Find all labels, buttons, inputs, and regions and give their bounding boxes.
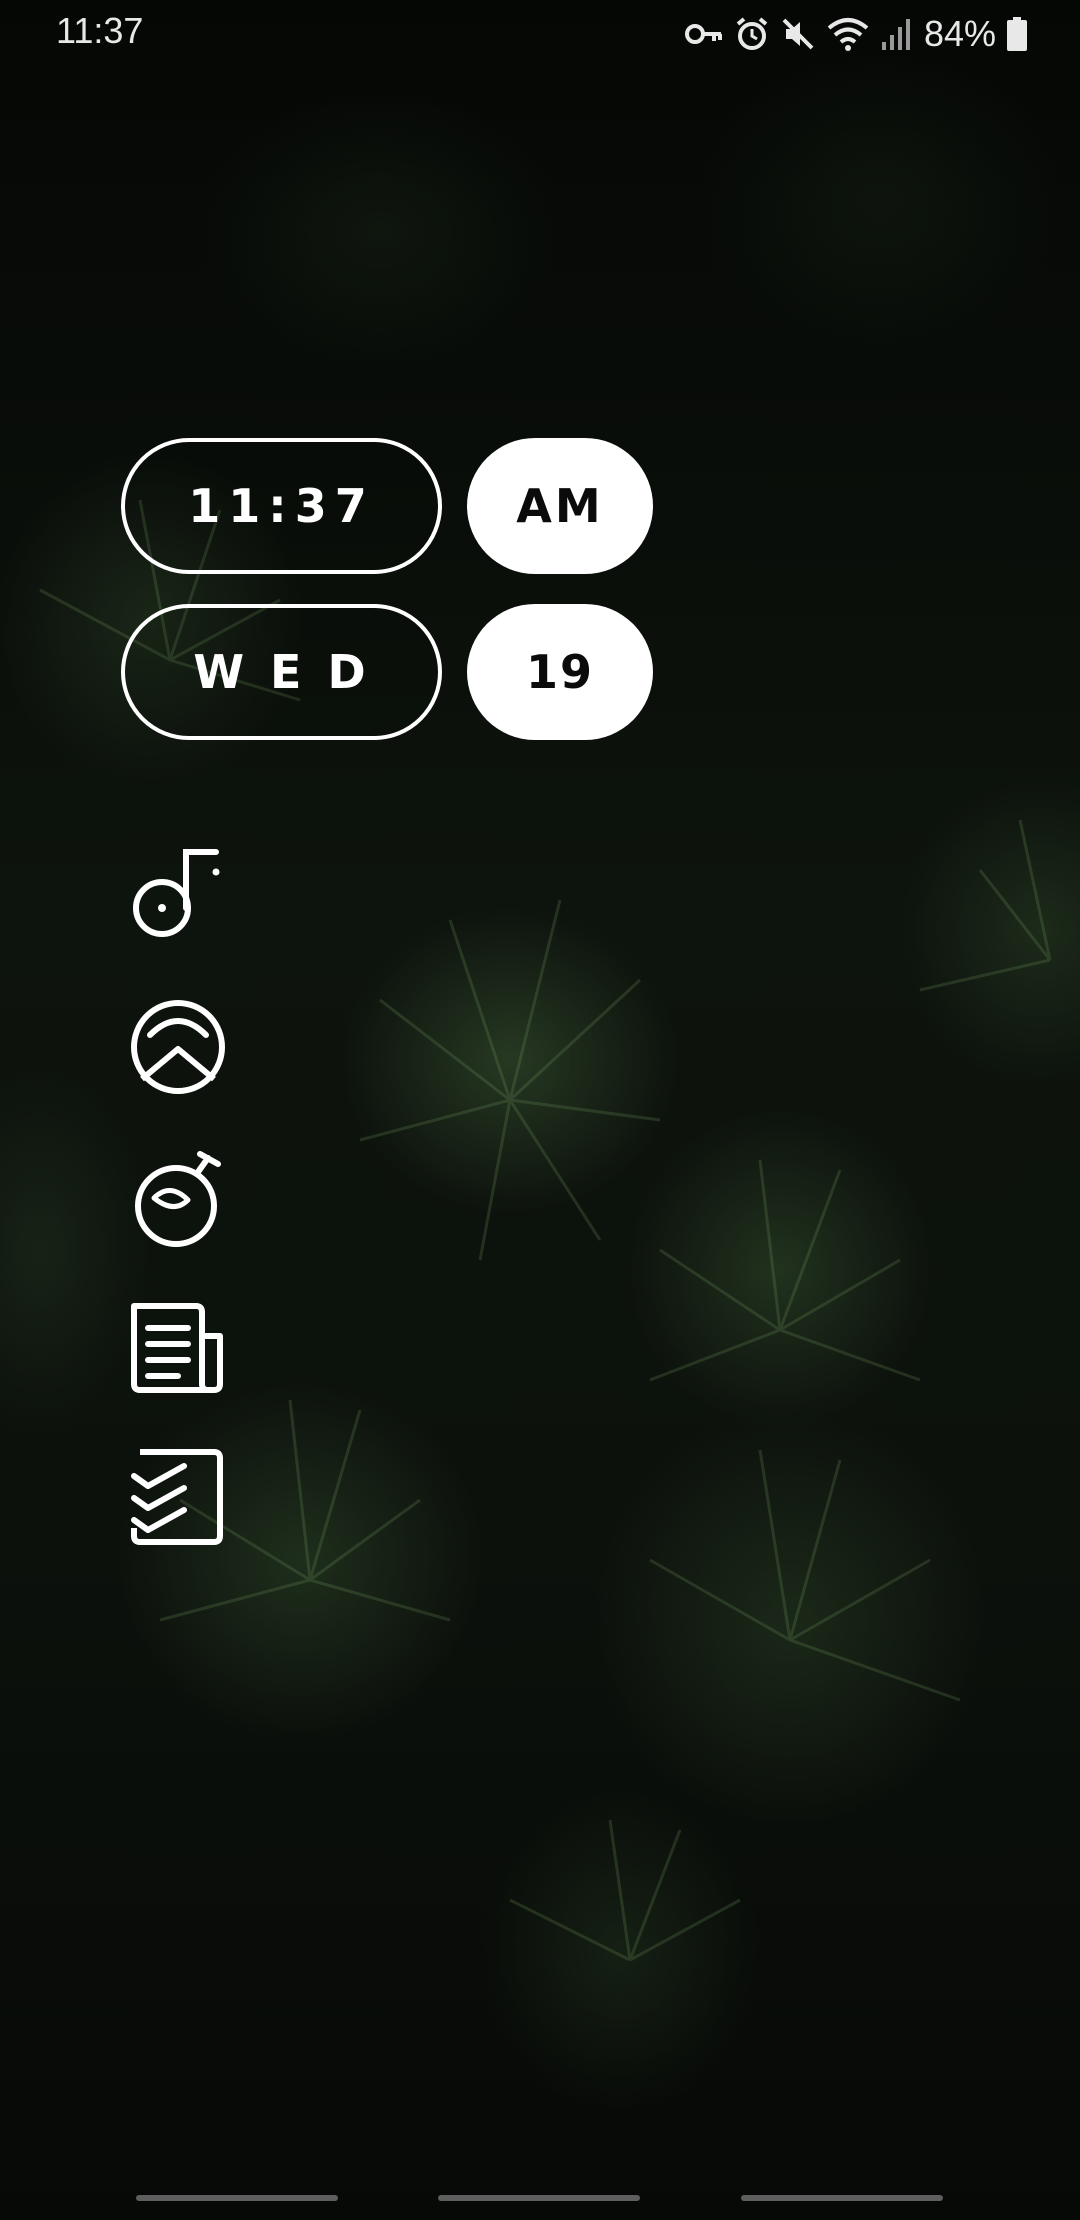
music-icon <box>133 849 220 937</box>
widget-date[interactable]: 19 <box>467 604 653 740</box>
stopwatch-app-icon[interactable] <box>126 1146 230 1250</box>
stopwatch-icon <box>135 1151 221 1247</box>
status-bar: 11:37 84% <box>0 0 1080 66</box>
nav-back-button[interactable] <box>741 2195 943 2201</box>
news-icon <box>131 1303 223 1393</box>
news-app-icon[interactable] <box>126 1296 230 1400</box>
music-app-icon[interactable] <box>126 842 230 946</box>
widget-day[interactable]: WED <box>121 604 442 740</box>
vpn-key-icon <box>684 19 724 49</box>
nav-recents-button[interactable] <box>136 2195 338 2201</box>
status-icons: 84% <box>684 12 1028 56</box>
signal-icon <box>880 16 910 52</box>
wifi-icon <box>826 16 870 52</box>
widget-ampm[interactable]: AM <box>467 438 653 574</box>
maps-icon <box>131 1000 225 1094</box>
status-time: 11:37 <box>56 10 144 51</box>
battery-percent: 84% <box>923 13 996 54</box>
tasks-icon <box>131 1449 223 1545</box>
tasks-app-icon[interactable] <box>126 1446 230 1550</box>
widget-time[interactable]: 11:37 <box>121 438 442 574</box>
nav-home-button[interactable] <box>438 2195 640 2201</box>
mute-icon <box>780 16 816 52</box>
wallpaper <box>0 0 1080 2220</box>
alarm-icon <box>734 16 770 52</box>
maps-app-icon[interactable] <box>126 995 230 1099</box>
battery-icon <box>1006 16 1028 52</box>
plant-wallpaper-art <box>39 499 1052 1962</box>
